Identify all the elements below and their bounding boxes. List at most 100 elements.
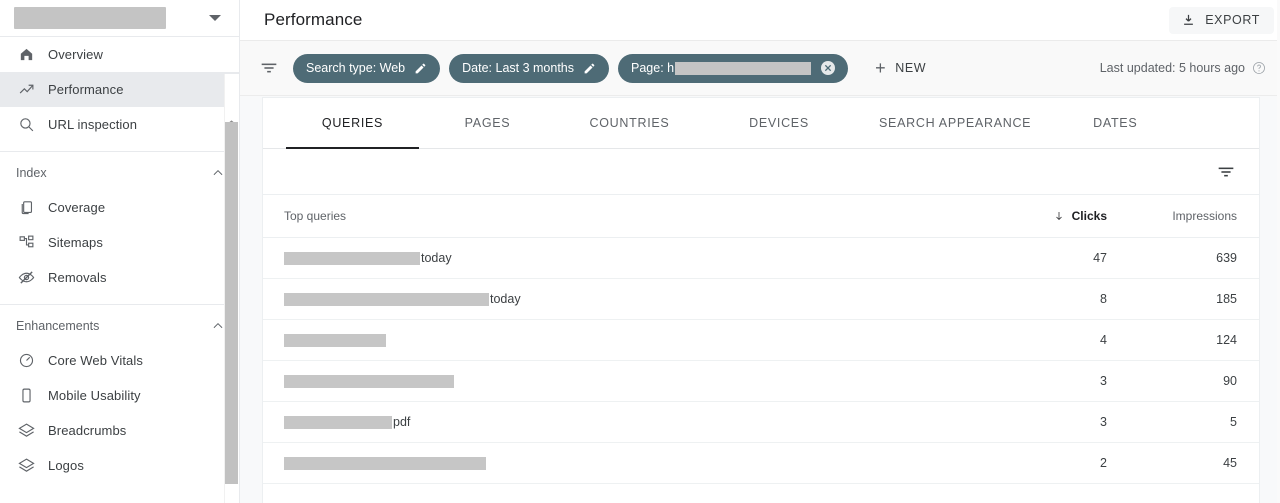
table-row[interactable]: today 47 639 [263,238,1259,279]
table-filter-tune-icon[interactable] [1215,161,1237,183]
sidebar-item-logos[interactable]: Logos [0,448,239,483]
tab-label: COUNTRIES [589,116,670,130]
cell-impressions: 90 [1223,374,1237,388]
filter-chip-date[interactable]: Date: Last 3 months [449,53,610,83]
query-text-redacted [284,292,489,306]
new-filter-label: NEW [895,61,927,75]
filter-chip-value-redacted [675,61,812,75]
sidebar-item-overview[interactable]: Overview [0,37,239,72]
filter-tune-icon[interactable] [258,57,280,79]
page-title: Performance [264,10,363,29]
sidebar-section-label: Index [16,166,47,180]
sidebar-item-url-inspection[interactable]: URL inspection [0,107,239,142]
cell-query [284,456,957,470]
sidebar: Overview Performance URL inspection Inde… [0,0,240,503]
sidebar-item-label: Sitemaps [48,235,103,250]
new-filter-button[interactable]: + NEW [865,53,936,83]
cell-impressions: 639 [1216,251,1237,265]
tab-label: SEARCH APPEARANCE [879,116,1032,130]
last-updated-label: Last updated: 5 hours ago [1099,61,1245,75]
sidebar-item-removals[interactable]: Removals [0,260,239,295]
copy-document-icon [16,198,36,218]
sidebar-item-performance[interactable]: Performance [0,72,239,107]
home-icon [16,45,36,65]
layers-icon [16,456,36,476]
sidebar-item-breadcrumbs[interactable]: Breadcrumbs [0,413,239,448]
pencil-icon [584,63,595,73]
table-row[interactable]: today 8 185 [263,279,1259,320]
sidebar-item-label: Mobile Usability [48,388,141,403]
main-content: Performance EXPORT Search type: Web Date… [240,0,1280,503]
cell-impressions: 185 [1216,292,1237,306]
chevron-up-icon[interactable] [211,166,225,180]
column-header-label: Clicks [1071,209,1107,223]
filter-chip-label: Search type: Web [306,61,406,75]
sidebar-item-core-web-vitals[interactable]: Core Web Vitals [0,343,239,378]
chevron-up-icon[interactable] [211,319,225,333]
sidebar-item-label: Coverage [48,200,106,215]
query-text-redacted [284,415,392,429]
clear-icon[interactable] [821,61,836,75]
table-row[interactable]: 2 45 [263,443,1259,484]
table-row[interactable]: pdf 3 5 [263,402,1259,443]
cell-clicks: 3 [1100,374,1107,388]
cell-query [284,333,957,347]
cell-impressions: 124 [1216,333,1237,347]
mobile-phone-icon [16,386,36,406]
trending-up-icon [16,80,36,100]
sidebar-scrollbar-thumb[interactable] [225,122,238,484]
cell-clicks: 8 [1100,292,1107,306]
performance-card: QUERIES PAGES COUNTRIES DEVICES SEARCH A… [262,97,1260,503]
export-label: EXPORT [1205,13,1260,27]
sidebar-item-label: Breadcrumbs [48,423,127,438]
sidebar-item-sitemaps[interactable]: Sitemaps [0,225,239,260]
search-icon [16,115,36,135]
sidebar-item-mobile-usability[interactable]: Mobile Usability [0,378,239,413]
sidebar-item-label: Logos [48,458,84,473]
column-header-top-queries[interactable]: Top queries [284,209,957,223]
query-suffix: pdf [393,415,411,429]
chevron-down-icon[interactable] [209,15,221,21]
table-row[interactable]: 4 124 [263,320,1259,361]
sidebar-section-label: Enhancements [16,319,100,333]
table-row[interactable]: 3 90 [263,361,1259,402]
sidebar-item-label: Performance [48,82,124,97]
tab-label: DATES [1093,116,1138,130]
query-suffix: today [421,251,452,265]
filter-bar: Search type: Web Date: Last 3 months Pag… [240,41,1280,96]
tab-devices[interactable]: DEVICES [703,98,855,148]
sidebar-nav-scroll: Overview Performance URL inspection Inde… [0,36,239,503]
query-suffix: today [490,292,521,306]
help-circle-icon[interactable] [1252,61,1266,75]
tab-countries[interactable]: COUNTRIES [556,98,703,148]
export-button[interactable]: EXPORT [1169,6,1274,34]
tab-queries[interactable]: QUERIES [286,98,419,149]
column-header-impressions[interactable]: Impressions [1107,209,1237,223]
cell-query [284,374,957,388]
query-text-redacted [284,456,486,470]
arrow-down-icon [1053,210,1065,222]
column-header-clicks[interactable]: Clicks [957,209,1107,223]
tab-pages[interactable]: PAGES [419,98,556,148]
sidebar-section-enhancements[interactable]: Enhancements [0,309,239,343]
cell-clicks: 2 [1100,456,1107,470]
filter-chip-label: Date: Last 3 months [462,61,575,75]
sidebar-item-coverage[interactable]: Coverage [0,190,239,225]
query-text-redacted [284,333,386,347]
tab-label: DEVICES [749,116,809,130]
cell-impressions: 45 [1223,456,1237,470]
tab-search-appearance[interactable]: SEARCH APPEARANCE [855,98,1055,148]
tab-label: PAGES [464,116,511,130]
scrollbar-up-arrow-icon[interactable] [226,114,237,126]
tab-dates[interactable]: DATES [1055,98,1175,148]
plus-icon: + [875,58,887,78]
query-text-redacted [284,374,454,388]
filter-chip-search-type[interactable]: Search type: Web [293,53,441,83]
filter-chip-page[interactable]: Page: h [618,53,849,83]
dimension-tabs: QUERIES PAGES COUNTRIES DEVICES SEARCH A… [263,98,1259,149]
sidebar-section-index[interactable]: Index [0,156,239,190]
top-bar: Performance EXPORT [240,0,1280,41]
property-selector[interactable] [0,0,239,36]
eye-off-icon [16,268,36,288]
sidebar-scrollbar-track[interactable] [224,74,239,503]
